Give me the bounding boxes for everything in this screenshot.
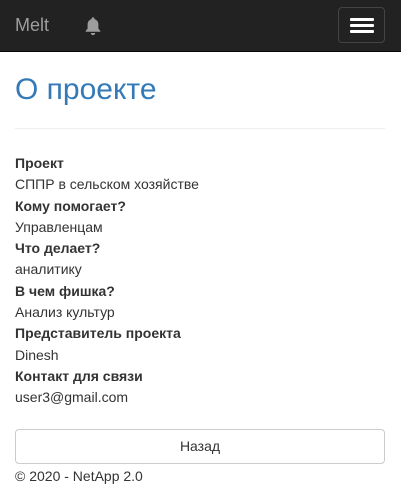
hamburger-menu-icon: [350, 24, 374, 27]
contact-label: Контакт для связи: [15, 367, 143, 384]
hamburger-menu-icon: [350, 30, 374, 33]
back-button[interactable]: Назад: [15, 429, 385, 464]
brand-link[interactable]: Melt: [15, 15, 49, 35]
contact-value: user3@gmail.com: [15, 389, 129, 406]
helps-whom-label: Кому помогает?: [15, 197, 126, 214]
what-it-does-value: аналитику: [15, 261, 82, 278]
what-it-does-label: Что делает?: [15, 240, 101, 257]
hamburger-menu-button[interactable]: [338, 7, 385, 43]
project-value: СППР в сельском хозяйстве: [15, 176, 199, 193]
bell-icon[interactable]: [84, 16, 102, 36]
representative-label: Представитель проекта: [15, 325, 181, 342]
page-title: О проекте: [15, 73, 157, 106]
hamburger-menu-icon: [350, 18, 374, 21]
navbar: Melt: [0, 0, 401, 52]
footer-copyright: © 2020 - NetApp 2.0: [15, 468, 143, 484]
representative-value: Dinesh: [15, 346, 59, 363]
project-details: Проект СППР в сельском хозяйстве Кому по…: [15, 153, 385, 409]
key-feature-label: В чем фишка?: [15, 282, 115, 299]
key-feature-value: Анализ культур: [15, 304, 115, 321]
helps-whom-value: Управленцам: [15, 218, 103, 235]
divider: [15, 128, 385, 129]
project-label: Проект: [15, 155, 64, 171]
